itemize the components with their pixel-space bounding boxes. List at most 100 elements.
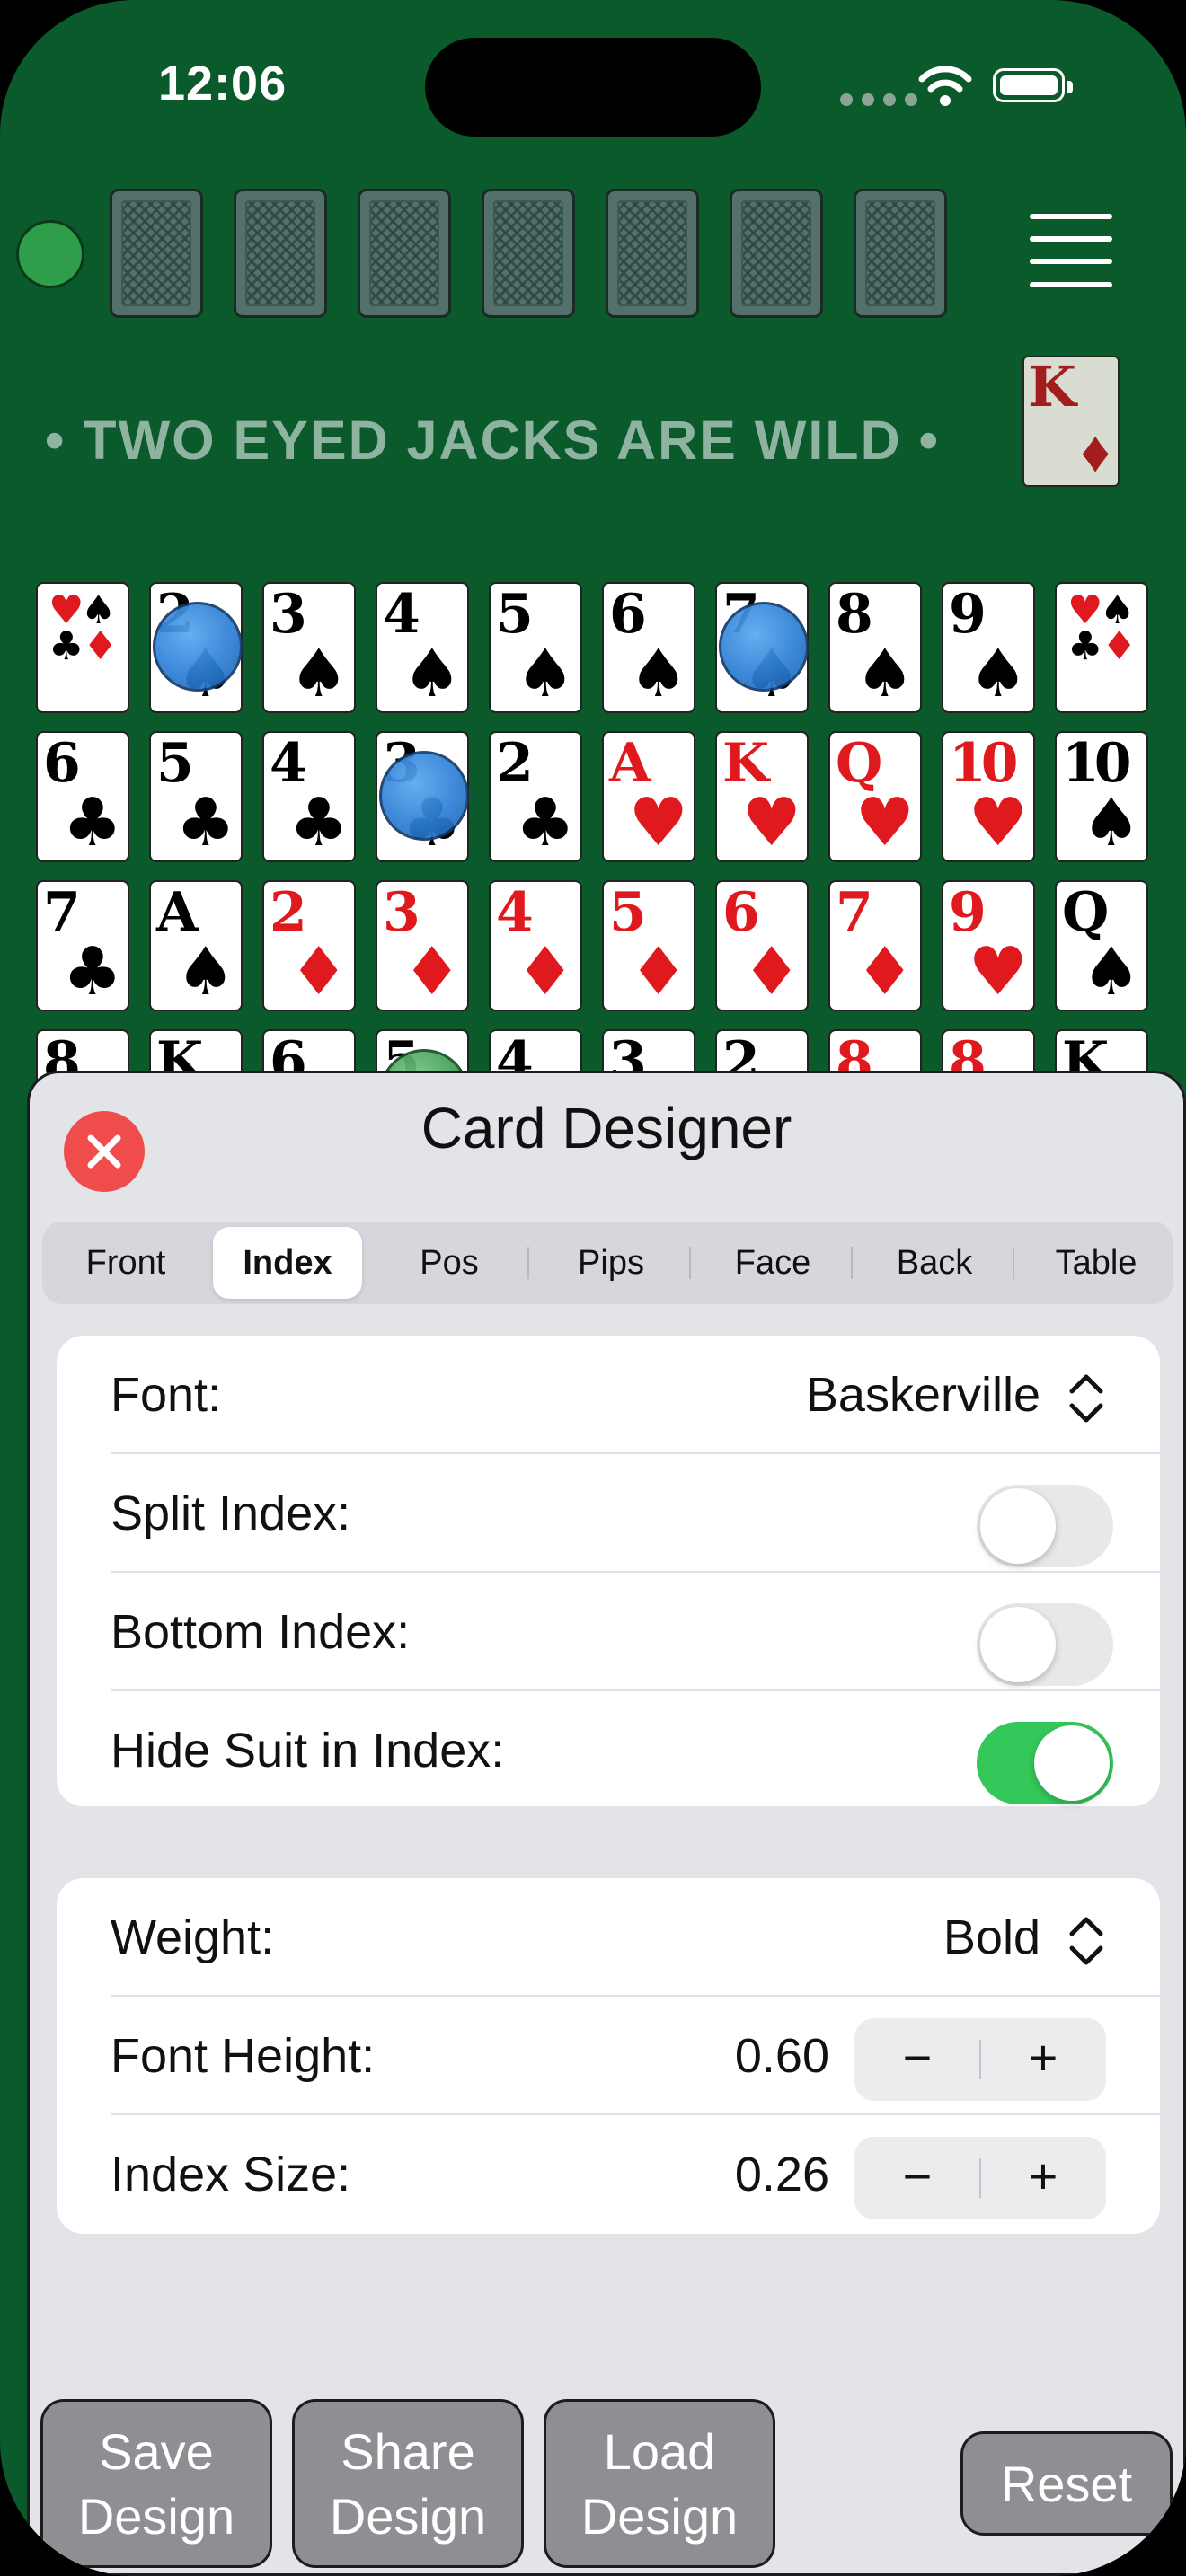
board-card[interactable]: 9 ♥ bbox=[942, 880, 1035, 1011]
weight-row: Weight: Bold bbox=[57, 1878, 1160, 1997]
card-suit: ♣ bbox=[175, 784, 235, 861]
card-suit: ♣ bbox=[62, 933, 122, 1010]
board-card[interactable]: Q ♠ bbox=[1055, 880, 1148, 1011]
discard-suit: ♦ bbox=[1080, 418, 1111, 484]
card-suit: ♠ bbox=[402, 635, 462, 712]
reset-button[interactable]: Reset bbox=[960, 2431, 1173, 2536]
tab-separator bbox=[1013, 1247, 1014, 1279]
index-size-row: Index Size: 0.26 − + bbox=[57, 2115, 1160, 2234]
index-size-label: Index Size: bbox=[111, 2148, 351, 2201]
tab-table[interactable]: Table bbox=[1022, 1227, 1171, 1299]
board-card[interactable]: 5 ♣ bbox=[149, 731, 243, 862]
card-suit: ♦ bbox=[515, 933, 575, 1010]
card-suit: ♠ bbox=[515, 635, 575, 712]
card-suit: ♠ bbox=[1081, 933, 1141, 1010]
weight-picker[interactable]: Bold bbox=[943, 1878, 1106, 1997]
tab-face[interactable]: Face bbox=[698, 1227, 847, 1299]
font-picker[interactable]: Baskerville bbox=[806, 1336, 1106, 1454]
board-card[interactable]: 6 ♦ bbox=[715, 880, 809, 1011]
card-suit: ♥ bbox=[628, 784, 688, 861]
tab-back[interactable]: Back bbox=[860, 1227, 1009, 1299]
card-suit: ♥ bbox=[741, 784, 801, 861]
board-card[interactable]: 6 ♠ bbox=[602, 582, 695, 713]
hide-suit-row: Hide Suit in Index: bbox=[57, 1691, 1160, 1810]
font-height-value: 0.60 bbox=[734, 2029, 829, 2083]
bottom-index-label: Bottom Index: bbox=[111, 1605, 411, 1659]
tab-pos[interactable]: Pos bbox=[375, 1227, 524, 1299]
index-size-decrement-button[interactable]: − bbox=[854, 2137, 980, 2219]
signal-dots-icon bbox=[840, 93, 926, 110]
board-card[interactable]: 2 ♣ bbox=[489, 731, 582, 862]
blue-chip bbox=[719, 602, 809, 692]
hide-suit-toggle[interactable] bbox=[977, 1722, 1113, 1804]
board-card[interactable]: 6 ♣ bbox=[36, 731, 129, 862]
tab-separator bbox=[689, 1247, 691, 1279]
board-card[interactable]: ♥ ♠ ♣ ♦ bbox=[36, 582, 129, 713]
index-size-increment-button[interactable]: + bbox=[980, 2137, 1106, 2219]
font-height-increment-button[interactable]: + bbox=[980, 2018, 1106, 2101]
font-height-label: Font Height: bbox=[111, 2029, 376, 2083]
board-card[interactable]: 9 ♠ bbox=[942, 582, 1035, 713]
board-card[interactable]: 4 ♣ bbox=[262, 731, 356, 862]
board-card[interactable]: ♥ ♠ ♣ ♦ bbox=[1055, 582, 1148, 713]
card-suit: ♠ bbox=[968, 635, 1028, 712]
card-suit: ♠ bbox=[854, 635, 915, 712]
weight-value: Bold bbox=[943, 1910, 1040, 1964]
board-card[interactable]: 4 ♠ bbox=[376, 582, 469, 713]
card-suit: ♦ bbox=[288, 933, 349, 1010]
status-time: 12:06 bbox=[158, 57, 288, 110]
board-card[interactable]: 5 ♠ bbox=[489, 582, 582, 713]
card-suit: ♦ bbox=[402, 933, 462, 1010]
board-card[interactable]: 3 ♠ bbox=[262, 582, 356, 713]
card-suit: ♦ bbox=[628, 933, 688, 1010]
share-design-button[interactable]: Share Design bbox=[292, 2399, 524, 2568]
board-card[interactable]: 8 ♠ bbox=[828, 582, 922, 713]
board-card[interactable]: A ♥ bbox=[602, 731, 695, 862]
card-suit: ♥ bbox=[968, 784, 1028, 861]
index-size-value: 0.26 bbox=[734, 2148, 829, 2201]
board-card[interactable]: 10 ♥ bbox=[942, 731, 1035, 862]
card-suit: ♥ bbox=[968, 933, 1028, 1010]
board-card[interactable]: 10 ♠ bbox=[1055, 731, 1148, 862]
blue-chip bbox=[379, 751, 469, 841]
font-value: Baskerville bbox=[805, 1368, 1040, 1422]
tab-pips[interactable]: Pips bbox=[536, 1227, 686, 1299]
board-card[interactable]: K ♥ bbox=[715, 731, 809, 862]
board-card[interactable]: A ♠ bbox=[149, 880, 243, 1011]
blue-chip bbox=[153, 602, 243, 692]
board-card[interactable]: 7 ♦ bbox=[828, 880, 922, 1011]
hide-suit-label: Hide Suit in Index: bbox=[111, 1724, 505, 1778]
font-height-row: Font Height: 0.60 − + bbox=[57, 1997, 1160, 2115]
board-card[interactable]: Q ♥ bbox=[828, 731, 922, 862]
rule-banner: • TWO EYED JACKS ARE WILD • bbox=[45, 410, 940, 471]
load-design-button[interactable]: Load Design bbox=[544, 2399, 775, 2568]
card-designer-sheet: Card Designer Front Index Pos Pips Face Back T… bbox=[27, 1071, 1186, 2576]
save-design-button[interactable]: Save Design bbox=[40, 2399, 272, 2568]
face-down-card bbox=[110, 189, 203, 318]
face-down-card bbox=[358, 189, 451, 318]
font-height-decrement-button[interactable]: − bbox=[854, 2018, 980, 2101]
discard-rank: K bbox=[1028, 354, 1076, 419]
hamburger-menu-icon[interactable] bbox=[1030, 214, 1112, 287]
battery-icon bbox=[993, 68, 1073, 102]
dynamic-island bbox=[425, 38, 761, 137]
tab-front[interactable]: Front bbox=[51, 1227, 200, 1299]
board-card[interactable]: 5 ♦ bbox=[602, 880, 695, 1011]
board-card[interactable]: 4 ♦ bbox=[489, 880, 582, 1011]
chevron-up-down-icon bbox=[1069, 1917, 1103, 1965]
discard-card[interactable]: K ♦ bbox=[1022, 354, 1120, 487]
bottom-index-toggle[interactable] bbox=[977, 1603, 1113, 1686]
board-card[interactable]: 3 ♦ bbox=[376, 880, 469, 1011]
split-index-toggle[interactable] bbox=[977, 1485, 1113, 1567]
board-card[interactable]: 7 ♣ bbox=[36, 880, 129, 1011]
player-indicator bbox=[16, 220, 84, 288]
chevron-up-down-icon bbox=[1069, 1374, 1103, 1423]
corner-suit-icon: ♦ bbox=[1102, 623, 1137, 669]
card-suit: ♦ bbox=[741, 933, 801, 1010]
board-card[interactable]: 2 ♦ bbox=[262, 880, 356, 1011]
tab-index[interactable]: Index bbox=[213, 1227, 362, 1299]
card-suit: ♣ bbox=[62, 784, 122, 861]
index-size-stepper: − + bbox=[854, 2137, 1106, 2219]
index-settings-group: Font: Baskerville Split Index: Bottom In… bbox=[57, 1336, 1160, 1806]
face-down-card bbox=[234, 189, 327, 318]
